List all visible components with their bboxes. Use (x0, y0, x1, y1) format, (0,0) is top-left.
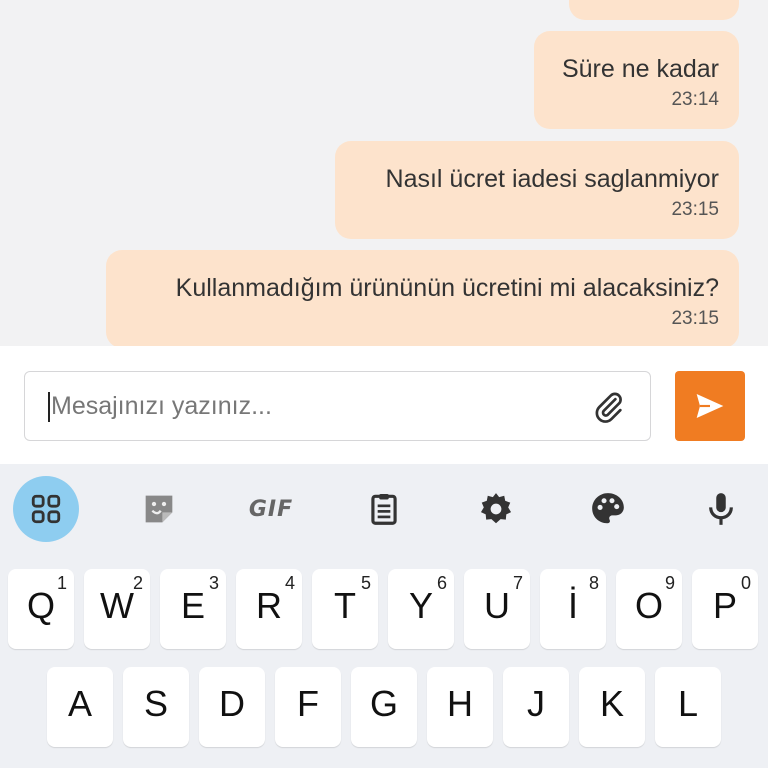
message-composer: Mesajınızı yazınız... (0, 346, 768, 464)
key-letter: K (599, 683, 624, 724)
key-hint: 4 (284, 573, 295, 593)
message-text: Süre ne kadar (561, 55, 719, 83)
key-h[interactable]: H (427, 667, 493, 747)
message-input[interactable]: Mesajınızı yazınız... (24, 371, 651, 441)
key-q[interactable]: Q 1 (8, 569, 74, 649)
key-p[interactable]: P 0 (692, 569, 758, 649)
key-k[interactable]: K (579, 667, 645, 747)
key-hint: 2 (132, 573, 143, 593)
message-time: 23:15 (671, 199, 719, 220)
chat-messages: Süre ne kadar 23:14 Nasıl ücret iadesi s… (0, 0, 768, 346)
keyboard: Q 1 W 2 E 3 R 4 T 5 Y 6 U 7 İ 8 O 9 P 0 … (0, 562, 768, 768)
message-placeholder: Mesajınızı yazınız... (51, 392, 272, 420)
key-letter: A (67, 683, 92, 724)
sticker-icon[interactable] (126, 476, 192, 542)
key-letter: L (677, 683, 699, 724)
text-caret (48, 392, 50, 422)
key-hint: 7 (512, 573, 523, 593)
next-key-row-edge (0, 760, 768, 768)
settings-icon[interactable] (463, 476, 529, 542)
key-w[interactable]: W 2 (84, 569, 150, 649)
key-s[interactable]: S (123, 667, 189, 747)
key-i-dotted[interactable]: İ 8 (540, 569, 606, 649)
key-g[interactable]: G (351, 667, 417, 747)
keyboard-toolbar: GIF (0, 464, 768, 562)
key-a[interactable]: A (47, 667, 113, 747)
gif-label: GIF (248, 496, 294, 522)
key-u[interactable]: U 7 (464, 569, 530, 649)
key-d[interactable]: D (199, 667, 265, 747)
message-time: 23:14 (671, 89, 719, 110)
key-hint: 0 (740, 573, 751, 593)
key-y[interactable]: Y 6 (388, 569, 454, 649)
message-bubble[interactable]: Nasıl ücret iadesi saglanmiyor 23:15 (335, 141, 739, 239)
send-button[interactable] (675, 371, 745, 441)
send-icon (696, 394, 724, 418)
key-letter: H (447, 683, 473, 724)
message-bubble[interactable] (569, 0, 739, 20)
mic-icon[interactable] (688, 476, 754, 542)
message-bubble[interactable]: Kullanmadığım ürününün ücretini mi alaca… (106, 250, 739, 346)
key-hint: 5 (360, 573, 371, 593)
key-hint: 9 (664, 573, 675, 593)
key-letter: G (369, 683, 398, 724)
paperclip-icon[interactable] (592, 390, 626, 424)
message-text: Nasıl ücret iadesi saglanmiyor (385, 165, 719, 193)
message-time: 23:15 (671, 308, 719, 329)
key-letter: J (527, 683, 545, 724)
key-hint: 3 (208, 573, 219, 593)
key-letter: S (143, 683, 168, 724)
key-o[interactable]: O 9 (616, 569, 682, 649)
key-hint: 8 (588, 573, 599, 593)
key-hint: 6 (436, 573, 447, 593)
clipboard-icon[interactable] (351, 476, 417, 542)
key-j[interactable]: J (503, 667, 569, 747)
key-letter: F (297, 683, 319, 724)
key-hint: 1 (56, 573, 67, 593)
key-letter: D (219, 683, 245, 724)
key-t[interactable]: T 5 (312, 569, 378, 649)
key-l[interactable]: L (655, 667, 721, 747)
message-text: Kullanmadığım ürününün ücretini mi alaca… (175, 274, 719, 302)
key-e[interactable]: E 3 (160, 569, 226, 649)
apps-grid-icon[interactable] (13, 476, 79, 542)
key-f[interactable]: F (275, 667, 341, 747)
key-r[interactable]: R 4 (236, 569, 302, 649)
gif-button[interactable]: GIF (238, 476, 304, 542)
message-bubble[interactable]: Süre ne kadar 23:14 (534, 31, 739, 129)
palette-icon[interactable] (575, 476, 641, 542)
